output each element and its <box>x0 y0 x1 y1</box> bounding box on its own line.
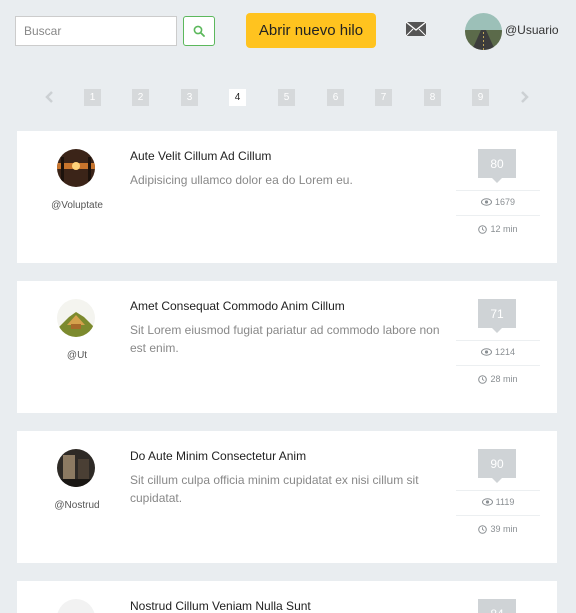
replies-notch <box>492 478 502 483</box>
new-thread-button[interactable]: Abrir nuevo hilo <box>246 13 376 48</box>
thread-excerpt: Sit cillum culpa officia minim cupidatat… <box>130 473 419 505</box>
page-2[interactable]: 2 <box>132 89 149 106</box>
thread-excerpt: Adipisicing ullamco dolor ea do Lorem eu… <box>130 173 353 187</box>
author-avatar[interactable] <box>57 299 95 337</box>
eye-icon <box>480 198 492 206</box>
clock-icon <box>478 524 488 534</box>
mail-icon[interactable] <box>405 20 427 38</box>
page-7[interactable]: 7 <box>375 89 392 106</box>
replies-count: 80 <box>478 149 516 178</box>
replies-count: 71 <box>478 299 516 328</box>
divider <box>456 340 540 341</box>
chevron-left-icon[interactable] <box>43 90 55 104</box>
replies-count: 84 <box>478 599 516 613</box>
views-count: 1214 <box>494 347 516 357</box>
clock-icon <box>478 224 488 234</box>
eye-icon <box>480 348 492 356</box>
author-avatar[interactable] <box>57 599 95 613</box>
clock-icon <box>478 374 488 384</box>
time-ago: 39 min <box>490 524 518 534</box>
user-avatar[interactable] <box>465 13 502 50</box>
views-stat: 1119 <box>456 497 540 507</box>
page-9[interactable]: 9 <box>472 89 489 106</box>
thread-title[interactable]: Do Aute Minim Consectetur Anim <box>130 449 306 463</box>
divider <box>456 190 540 191</box>
divider <box>456 515 540 516</box>
time-ago: 28 min <box>490 374 518 384</box>
search-input[interactable] <box>15 16 177 46</box>
page-6[interactable]: 6 <box>327 89 344 106</box>
page-8[interactable]: 8 <box>424 89 441 106</box>
author-handle[interactable]: @Ut <box>17 350 137 361</box>
thread-card[interactable]: @Nostrud Do Aute Minim Consectetur Anim … <box>17 431 557 563</box>
time-stat: 39 min <box>456 524 540 534</box>
thread-card[interactable]: @Ut Amet Consequat Commodo Anim Cillum S… <box>17 281 557 413</box>
divider <box>456 365 540 366</box>
author-avatar[interactable] <box>57 449 95 487</box>
time-ago: 12 min <box>490 224 518 234</box>
views-count: 1679 <box>494 197 516 207</box>
thread-card[interactable]: @Voluptate Aute Velit Cillum Ad Cillum A… <box>17 131 557 263</box>
time-stat: 28 min <box>456 374 540 384</box>
search-icon <box>193 25 205 37</box>
eye-icon <box>481 498 493 506</box>
views-count: 1119 <box>495 497 515 507</box>
author-handle[interactable]: @Nostrud <box>17 500 137 511</box>
page-4-current[interactable]: 4 <box>229 89 246 106</box>
views-stat: 1679 <box>456 197 540 207</box>
replies-count: 90 <box>478 449 516 478</box>
replies-notch <box>492 178 502 183</box>
search-button[interactable] <box>183 16 215 46</box>
username[interactable]: @Usuario <box>505 23 559 37</box>
page-5[interactable]: 5 <box>278 89 295 106</box>
pagination: 1 2 3 4 5 6 7 8 9 <box>0 86 576 110</box>
divider <box>456 490 540 491</box>
author-handle[interactable]: @Voluptate <box>17 200 137 211</box>
page-3[interactable]: 3 <box>181 89 198 106</box>
thread-card[interactable]: Nostrud Cillum Veniam Nulla Sunt 84 <box>17 581 557 613</box>
thread-title[interactable]: Amet Consequat Commodo Anim Cillum <box>130 299 345 313</box>
top-bar: Abrir nuevo hilo @Usuario <box>0 0 576 62</box>
replies-notch <box>492 328 502 333</box>
author-avatar[interactable] <box>57 149 95 187</box>
views-stat: 1214 <box>456 347 540 357</box>
thread-title[interactable]: Nostrud Cillum Veniam Nulla Sunt <box>130 599 311 613</box>
chevron-right-icon[interactable] <box>519 90 531 104</box>
time-stat: 12 min <box>456 224 540 234</box>
thread-title[interactable]: Aute Velit Cillum Ad Cillum <box>130 149 271 163</box>
page-1[interactable]: 1 <box>84 89 101 106</box>
thread-excerpt: Sit Lorem eiusmod fugiat pariatur ad com… <box>130 323 440 355</box>
divider <box>456 215 540 216</box>
